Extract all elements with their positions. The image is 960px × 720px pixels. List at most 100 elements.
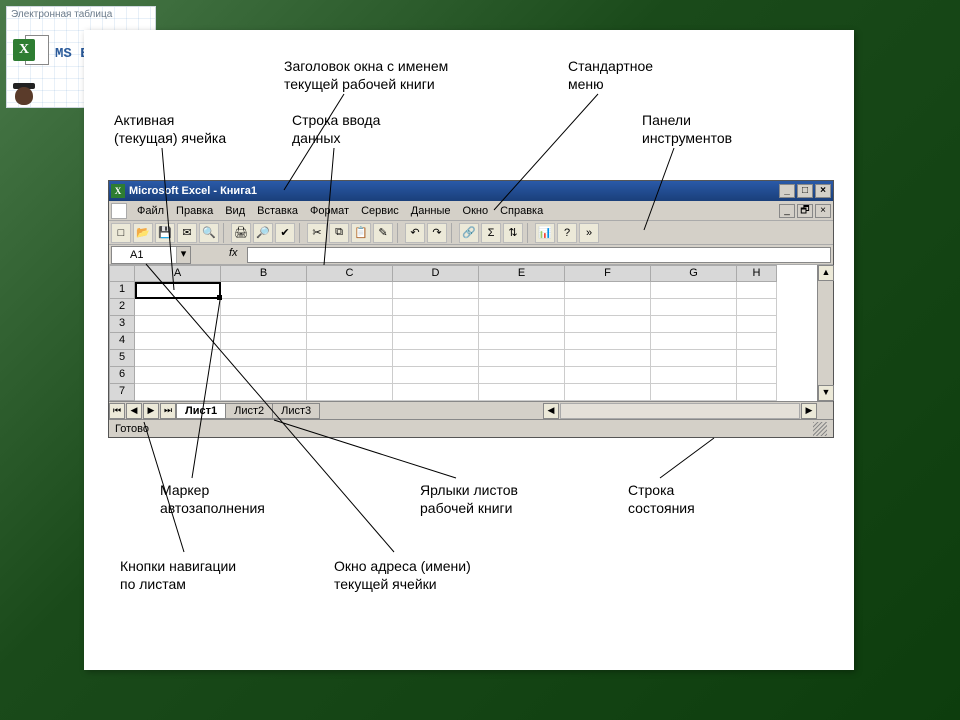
cell[interactable] — [221, 350, 307, 367]
cell[interactable] — [737, 282, 777, 299]
menu-format[interactable]: Формат — [304, 203, 355, 219]
copy-icon[interactable]: ⧉ — [329, 223, 349, 243]
sheet-tab[interactable]: Лист3 — [272, 403, 320, 419]
col-header[interactable]: E — [479, 265, 565, 282]
cell[interactable] — [479, 316, 565, 333]
cell[interactable] — [393, 350, 479, 367]
row-header[interactable]: 6 — [109, 367, 135, 384]
menu-window[interactable]: Окно — [457, 203, 495, 219]
doc-icon[interactable] — [111, 203, 127, 219]
save-icon[interactable]: 💾 — [155, 223, 175, 243]
sheet-tab[interactable]: Лист2 — [225, 403, 273, 419]
sheet-nav-prev-icon[interactable]: ◀ — [126, 403, 142, 419]
undo-icon[interactable]: ↶ — [405, 223, 425, 243]
formula-bar[interactable] — [247, 247, 831, 263]
cell-a1[interactable] — [135, 282, 221, 299]
cell[interactable] — [393, 367, 479, 384]
cell[interactable] — [221, 282, 307, 299]
minimize-button[interactable]: _ — [779, 184, 795, 198]
cell[interactable] — [479, 367, 565, 384]
cell[interactable] — [135, 367, 221, 384]
autosum-icon[interactable]: Σ — [481, 223, 501, 243]
col-header[interactable]: A — [135, 265, 221, 282]
search-icon[interactable]: 🔍 — [199, 223, 219, 243]
cell[interactable] — [565, 282, 651, 299]
doc-restore-button[interactable]: 🗗 — [797, 204, 813, 218]
resize-grip-icon[interactable] — [813, 422, 827, 436]
cell[interactable] — [737, 299, 777, 316]
name-box[interactable]: A1 ▾ — [111, 246, 191, 264]
col-header[interactable]: F — [565, 265, 651, 282]
hyperlink-icon[interactable]: 🔗 — [459, 223, 479, 243]
cell[interactable] — [221, 384, 307, 401]
menu-file[interactable]: Файл — [131, 203, 170, 219]
cell[interactable] — [221, 299, 307, 316]
cell[interactable] — [393, 282, 479, 299]
format-painter-icon[interactable]: ✎ — [373, 223, 393, 243]
cell[interactable] — [307, 316, 393, 333]
sheet-nav-last-icon[interactable]: ⏭ — [160, 403, 176, 419]
row-header[interactable]: 3 — [109, 316, 135, 333]
cell[interactable] — [221, 333, 307, 350]
standard-toolbar[interactable]: □ 📂 💾 ✉ 🔍 🖨 🔎 ✔ ✂ ⧉ 📋 ✎ ↶ ↷ 🔗 Σ — [109, 221, 833, 245]
cell[interactable] — [651, 299, 737, 316]
menu-insert[interactable]: Вставка — [251, 203, 304, 219]
menubar[interactable]: Файл Правка Вид Вставка Формат Сервис Да… — [109, 201, 833, 221]
cell[interactable] — [565, 333, 651, 350]
cut-icon[interactable]: ✂ — [307, 223, 327, 243]
cell[interactable] — [135, 350, 221, 367]
close-button[interactable]: × — [815, 184, 831, 198]
more-icon[interactable]: » — [579, 223, 599, 243]
col-header[interactable]: C — [307, 265, 393, 282]
cell[interactable] — [479, 282, 565, 299]
cell[interactable] — [393, 333, 479, 350]
cell[interactable] — [479, 299, 565, 316]
cell[interactable] — [135, 333, 221, 350]
cell[interactable] — [307, 350, 393, 367]
cell[interactable] — [651, 282, 737, 299]
cell[interactable] — [651, 384, 737, 401]
menu-tools[interactable]: Сервис — [355, 203, 405, 219]
cell[interactable] — [651, 333, 737, 350]
cell[interactable] — [651, 350, 737, 367]
sheet-nav-first-icon[interactable]: ⏮ — [109, 403, 125, 419]
select-all-corner[interactable] — [109, 265, 135, 282]
cell[interactable] — [221, 367, 307, 384]
sheet-tab[interactable]: Лист1 — [176, 403, 226, 419]
cell[interactable] — [307, 299, 393, 316]
open-icon[interactable]: 📂 — [133, 223, 153, 243]
row-header[interactable]: 7 — [109, 384, 135, 401]
fx-icon[interactable]: fx — [229, 247, 245, 263]
cell[interactable] — [135, 316, 221, 333]
menu-view[interactable]: Вид — [219, 203, 251, 219]
row-header[interactable]: 2 — [109, 299, 135, 316]
cell[interactable] — [737, 350, 777, 367]
cell[interactable] — [307, 384, 393, 401]
cell[interactable] — [565, 316, 651, 333]
print-icon[interactable]: 🖨 — [231, 223, 251, 243]
col-header[interactable]: D — [393, 265, 479, 282]
cell[interactable] — [737, 384, 777, 401]
cell[interactable] — [307, 367, 393, 384]
cell[interactable] — [479, 333, 565, 350]
name-box-dropdown-icon[interactable]: ▾ — [176, 247, 190, 263]
col-header[interactable]: B — [221, 265, 307, 282]
cell[interactable] — [565, 299, 651, 316]
scroll-right-icon[interactable]: ▶ — [801, 403, 817, 419]
cell[interactable] — [393, 384, 479, 401]
scroll-up-icon[interactable]: ▲ — [818, 265, 834, 281]
new-icon[interactable]: □ — [111, 223, 131, 243]
row-header[interactable]: 1 — [109, 282, 135, 299]
preview-icon[interactable]: 🔎 — [253, 223, 273, 243]
horizontal-scrollbar[interactable]: ◀ ▶ — [328, 403, 817, 419]
cell[interactable] — [307, 282, 393, 299]
cell[interactable] — [479, 384, 565, 401]
doc-minimize-button[interactable]: _ — [779, 204, 795, 218]
cell[interactable] — [737, 367, 777, 384]
paste-icon[interactable]: 📋 — [351, 223, 371, 243]
redo-icon[interactable]: ↷ — [427, 223, 447, 243]
cell[interactable] — [393, 299, 479, 316]
cell[interactable] — [479, 350, 565, 367]
menu-help[interactable]: Справка — [494, 203, 549, 219]
cell[interactable] — [135, 299, 221, 316]
